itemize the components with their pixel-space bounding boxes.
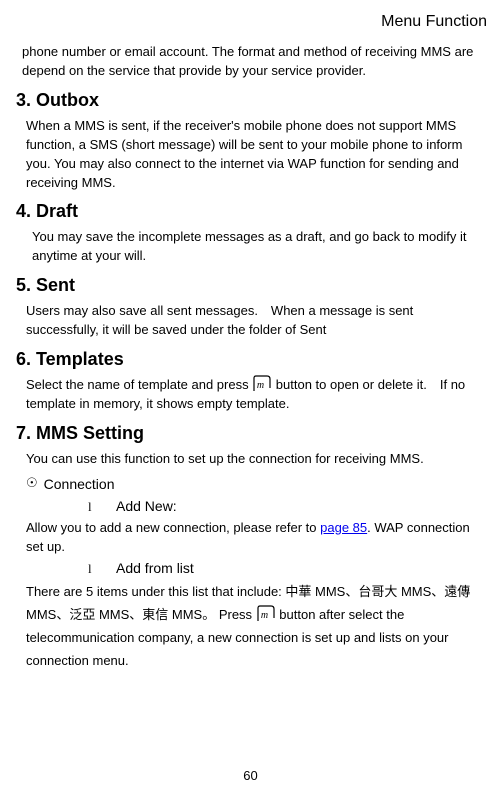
bullet-icon: ☉ <box>26 474 38 493</box>
sent-heading: 5. Sent <box>16 272 487 298</box>
add-list-bullet: l Add from list <box>88 558 487 579</box>
connection-bullet: ☉ Connection <box>26 474 487 494</box>
mms-intro: You can use this function to set up the … <box>26 450 487 469</box>
add-new-label: Add New: <box>116 496 177 516</box>
l-marker: l <box>88 498 116 517</box>
add-list-body: There are 5 items under this list that i… <box>26 581 487 672</box>
intro-paragraph: phone number or email account. The forma… <box>22 43 487 81</box>
connection-label: Connection <box>44 474 115 494</box>
templates-body-before: Select the name of template and press <box>26 377 252 392</box>
draft-body: You may save the incomplete messages as … <box>32 228 487 266</box>
l-marker: l <box>88 560 116 579</box>
m-button-icon: m <box>256 605 276 623</box>
svg-text:m: m <box>257 380 264 391</box>
svg-text:m: m <box>261 610 268 621</box>
templates-heading: 6. Templates <box>16 346 487 372</box>
sent-body: Users may also save all sent messages. W… <box>26 302 487 340</box>
outbox-body: When a MMS is sent, if the receiver's mo… <box>26 117 487 192</box>
add-list-label: Add from list <box>116 558 194 578</box>
page-number: 60 <box>0 767 501 786</box>
add-new-bullet: l Add New: <box>88 496 487 517</box>
m-button-icon: m <box>252 375 272 393</box>
add-new-body: Allow you to add a new connection, pleas… <box>26 519 487 557</box>
mms-heading: 7. MMS Setting <box>16 420 487 446</box>
page-link[interactable]: page 85 <box>320 520 367 535</box>
templates-body: Select the name of template and press m … <box>26 376 487 414</box>
outbox-heading: 3. Outbox <box>16 87 487 113</box>
page-header: Menu Function <box>12 10 487 33</box>
draft-heading: 4. Draft <box>16 198 487 224</box>
add-new-before: Allow you to add a new connection, pleas… <box>26 520 320 535</box>
